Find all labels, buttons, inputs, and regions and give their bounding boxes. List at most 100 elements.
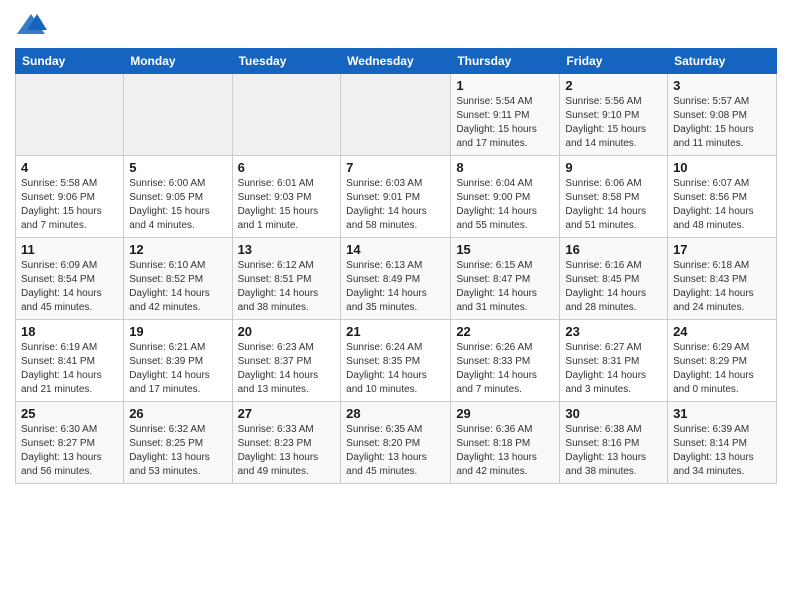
day-number: 21 — [346, 324, 445, 339]
calendar-cell: 27Sunrise: 6:33 AM Sunset: 8:23 PM Dayli… — [232, 402, 341, 484]
day-info: Sunrise: 6:16 AM Sunset: 8:45 PM Dayligh… — [565, 259, 662, 315]
day-number: 3 — [673, 78, 771, 93]
day-number: 14 — [346, 242, 445, 257]
calendar-cell: 19 Sunrise: 6:21 AM Sunset: 8:39 PM Dayli… — [124, 320, 232, 402]
weekday-header-sunday: Sunday — [16, 49, 124, 74]
day-info: Sunrise: 6:18 AM Sunset: 8:43 PM Dayligh… — [673, 259, 771, 315]
calendar-cell: 24 Sunrise: 6:29 AM Sunset: 8:29 PM Dayli… — [668, 320, 777, 402]
day-info: Sunrise: 6:13 AM Sunset: 8:49 PM Dayligh… — [346, 259, 445, 315]
day-info: Sunrise: 6:23 AM Sunset: 8:37 PM Dayligh… — [238, 341, 336, 397]
calendar-cell — [124, 74, 232, 156]
day-number: 22 — [456, 324, 554, 339]
day-number: 31 — [673, 406, 771, 421]
weekday-header-saturday: Saturday — [668, 49, 777, 74]
day-info: Sunrise: 6:07 AM Sunset: 8:56 PM Dayligh… — [673, 177, 771, 233]
day-info: Sunrise: 6:00 AM Sunset: 9:05 PM Dayligh… — [129, 177, 226, 233]
page-header — [15, 10, 777, 38]
day-info: Sunrise: 5:56 AM Sunset: 9:10 PM Dayligh… — [565, 95, 662, 151]
day-number: 4 — [21, 160, 118, 175]
calendar-cell: 25 Sunrise: 6:30 AM Sunset: 8:27 PM Dayli… — [16, 402, 124, 484]
day-number: 17 — [673, 242, 771, 257]
calendar-cell: 5 Sunrise: 6:00 AM Sunset: 9:05 PM Daylig… — [124, 156, 232, 238]
day-number: 29 — [456, 406, 554, 421]
day-number: 30 — [565, 406, 662, 421]
day-info: Sunrise: 6:04 AM Sunset: 9:00 PM Dayligh… — [456, 177, 554, 233]
day-info: Sunrise: 6:21 AM Sunset: 8:39 PM Dayligh… — [129, 341, 226, 397]
calendar-cell: 7 Sunrise: 6:03 AM Sunset: 9:01 PM Daylig… — [341, 156, 451, 238]
day-number: 28 — [346, 406, 445, 421]
day-info: Sunrise: 6:32 AM Sunset: 8:25 PM Dayligh… — [129, 423, 226, 479]
day-info: Sunrise: 6:01 AM Sunset: 9:03 PM Dayligh… — [238, 177, 336, 233]
day-info: Sunrise: 6:26 AM Sunset: 8:33 PM Dayligh… — [456, 341, 554, 397]
day-number: 15 — [456, 242, 554, 257]
day-number: 24 — [673, 324, 771, 339]
calendar-cell: 3 Sunrise: 5:57 AM Sunset: 9:08 PM Daylig… — [668, 74, 777, 156]
day-number: 26 — [129, 406, 226, 421]
calendar-week-1: 1 Sunrise: 5:54 AM Sunset: 9:11 PM Daylig… — [16, 74, 777, 156]
calendar-cell: 15 Sunrise: 6:15 AM Sunset: 8:47 PM Dayli… — [451, 238, 560, 320]
calendar-cell: 6Sunrise: 6:01 AM Sunset: 9:03 PM Daylig… — [232, 156, 341, 238]
day-number: 23 — [565, 324, 662, 339]
day-info: Sunrise: 6:39 AM Sunset: 8:14 PM Dayligh… — [673, 423, 771, 479]
day-info: Sunrise: 6:12 AM Sunset: 8:51 PM Dayligh… — [238, 259, 336, 315]
calendar-cell — [341, 74, 451, 156]
day-info: Sunrise: 6:35 AM Sunset: 8:20 PM Dayligh… — [346, 423, 445, 479]
day-info: Sunrise: 5:57 AM Sunset: 9:08 PM Dayligh… — [673, 95, 771, 151]
day-info: Sunrise: 6:06 AM Sunset: 8:58 PM Dayligh… — [565, 177, 662, 233]
day-number: 5 — [129, 160, 226, 175]
calendar-cell: 20 Sunrise: 6:23 AM Sunset: 8:37 PM Dayli… — [232, 320, 341, 402]
day-number: 13 — [238, 242, 336, 257]
calendar-cell: 17 Sunrise: 6:18 AM Sunset: 8:43 PM Dayli… — [668, 238, 777, 320]
calendar-cell: 1 Sunrise: 5:54 AM Sunset: 9:11 PM Daylig… — [451, 74, 560, 156]
day-number: 8 — [456, 160, 554, 175]
logo — [15, 10, 51, 38]
day-info: Sunrise: 6:03 AM Sunset: 9:01 PM Dayligh… — [346, 177, 445, 233]
day-number: 20 — [238, 324, 336, 339]
calendar-cell: 14 Sunrise: 6:13 AM Sunset: 8:49 PM Dayli… — [341, 238, 451, 320]
calendar-cell: 26 Sunrise: 6:32 AM Sunset: 8:25 PM Dayli… — [124, 402, 232, 484]
day-number: 2 — [565, 78, 662, 93]
day-number: 1 — [456, 78, 554, 93]
calendar-week-3: 11 Sunrise: 6:09 AM Sunset: 8:54 PM Dayli… — [16, 238, 777, 320]
calendar-cell: 11 Sunrise: 6:09 AM Sunset: 8:54 PM Dayli… — [16, 238, 124, 320]
calendar-week-5: 25 Sunrise: 6:30 AM Sunset: 8:27 PM Dayli… — [16, 402, 777, 484]
day-info: Sunrise: 6:36 AM Sunset: 8:18 PM Dayligh… — [456, 423, 554, 479]
day-number: 25 — [21, 406, 118, 421]
day-number: 11 — [21, 242, 118, 257]
day-info: Sunrise: 6:24 AM Sunset: 8:35 PM Dayligh… — [346, 341, 445, 397]
day-info: Sunrise: 6:19 AM Sunset: 8:41 PM Dayligh… — [21, 341, 118, 397]
calendar-cell — [232, 74, 341, 156]
weekday-header-tuesday: Tuesday — [232, 49, 341, 74]
calendar-cell: 2 Sunrise: 5:56 AM Sunset: 9:10 PM Daylig… — [560, 74, 668, 156]
calendar-cell: 10Sunrise: 6:07 AM Sunset: 8:56 PM Dayli… — [668, 156, 777, 238]
day-number: 18 — [21, 324, 118, 339]
calendar-cell: 4Sunrise: 5:58 AM Sunset: 9:06 PM Daylig… — [16, 156, 124, 238]
weekday-header-thursday: Thursday — [451, 49, 560, 74]
day-number: 9 — [565, 160, 662, 175]
day-info: Sunrise: 6:27 AM Sunset: 8:31 PM Dayligh… — [565, 341, 662, 397]
calendar-table: SundayMondayTuesdayWednesdayThursdayFrid… — [15, 48, 777, 484]
day-info: Sunrise: 6:30 AM Sunset: 8:27 PM Dayligh… — [21, 423, 118, 479]
day-info: Sunrise: 5:54 AM Sunset: 9:11 PM Dayligh… — [456, 95, 554, 151]
weekday-header-wednesday: Wednesday — [341, 49, 451, 74]
calendar-cell: 22 Sunrise: 6:26 AM Sunset: 8:33 PM Dayli… — [451, 320, 560, 402]
calendar-cell: 9 Sunrise: 6:06 AM Sunset: 8:58 PM Daylig… — [560, 156, 668, 238]
day-info: Sunrise: 6:09 AM Sunset: 8:54 PM Dayligh… — [21, 259, 118, 315]
calendar-cell: 13 Sunrise: 6:12 AM Sunset: 8:51 PM Dayli… — [232, 238, 341, 320]
day-number: 7 — [346, 160, 445, 175]
day-info: Sunrise: 6:33 AM Sunset: 8:23 PM Dayligh… — [238, 423, 336, 479]
day-info: Sunrise: 6:29 AM Sunset: 8:29 PM Dayligh… — [673, 341, 771, 397]
calendar-cell: 21 Sunrise: 6:24 AM Sunset: 8:35 PM Dayli… — [341, 320, 451, 402]
calendar-cell: 31 Sunrise: 6:39 AM Sunset: 8:14 PM Dayli… — [668, 402, 777, 484]
day-number: 12 — [129, 242, 226, 257]
calendar-cell: 8 Sunrise: 6:04 AM Sunset: 9:00 PM Daylig… — [451, 156, 560, 238]
day-number: 16 — [565, 242, 662, 257]
day-info: Sunrise: 6:15 AM Sunset: 8:47 PM Dayligh… — [456, 259, 554, 315]
calendar-cell: 18 Sunrise: 6:19 AM Sunset: 8:41 PM Dayli… — [16, 320, 124, 402]
day-info: Sunrise: 6:38 AM Sunset: 8:16 PM Dayligh… — [565, 423, 662, 479]
calendar-week-4: 18 Sunrise: 6:19 AM Sunset: 8:41 PM Dayli… — [16, 320, 777, 402]
calendar-week-2: 4Sunrise: 5:58 AM Sunset: 9:06 PM Daylig… — [16, 156, 777, 238]
calendar-cell: 16 Sunrise: 6:16 AM Sunset: 8:45 PM Dayli… — [560, 238, 668, 320]
logo-icon — [15, 10, 47, 38]
day-number: 19 — [129, 324, 226, 339]
